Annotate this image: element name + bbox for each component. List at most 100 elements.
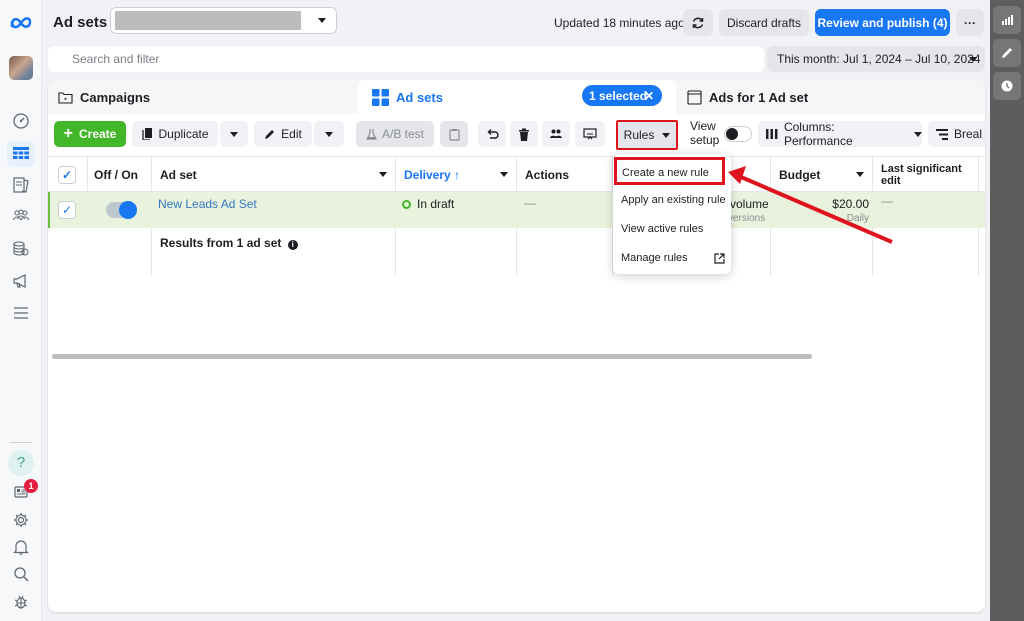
plus-icon: + xyxy=(63,125,73,142)
rules-dropdown-menu: Create a new rule Apply an existing rule… xyxy=(613,154,731,274)
menu-item-manage-rules[interactable]: Manage rules xyxy=(621,252,725,264)
ad-set-name-link[interactable]: New Leads Ad Set xyxy=(158,197,257,211)
level-tabs: Campaigns Ad sets 1 selected ✕ Ads for 1… xyxy=(48,80,985,114)
bell-icon[interactable] xyxy=(7,534,35,560)
rules-label: Rules xyxy=(623,128,655,142)
audience-people-icon[interactable] xyxy=(7,203,35,229)
column-header-delivery[interactable]: Delivery ↑ xyxy=(396,157,517,193)
chevron-down-icon xyxy=(230,131,238,137)
refresh-button[interactable] xyxy=(683,9,713,36)
column-header-actions[interactable]: Actions xyxy=(517,157,613,193)
trash-icon xyxy=(519,128,529,141)
preview-button[interactable] xyxy=(575,121,605,147)
tab-campaigns[interactable]: Campaigns xyxy=(58,80,358,114)
menu-hamburger-icon[interactable] xyxy=(7,300,35,326)
settings-gear-icon[interactable] xyxy=(7,507,35,533)
pages-icon[interactable] xyxy=(7,172,35,198)
campaign-selector-dropdown[interactable] xyxy=(110,7,337,34)
menu-item-apply-existing-rule[interactable]: Apply an existing rule xyxy=(621,194,726,206)
chevron-down-icon xyxy=(325,131,333,137)
chevron-down-icon[interactable] xyxy=(379,172,387,177)
clipboard-button[interactable] xyxy=(440,121,468,147)
column-header-off-on[interactable]: Off / On xyxy=(88,157,152,193)
ab-test-button[interactable]: A/B test xyxy=(356,121,434,147)
external-link-icon xyxy=(714,253,725,264)
flask-icon xyxy=(366,129,377,140)
budget-value: $20.00 xyxy=(832,197,869,211)
select-all-checkbox[interactable]: ✓ xyxy=(58,166,76,184)
meta-logo[interactable] xyxy=(9,14,33,30)
audience-button[interactable] xyxy=(542,121,570,147)
date-range-picker[interactable]: This month: Jul 1, 2024 – Jul 10, 2024 xyxy=(767,46,985,72)
horizontal-scrollbar[interactable] xyxy=(52,354,812,359)
column-header-last-edit[interactable]: Last significant edit xyxy=(873,157,979,193)
bug-report-icon[interactable] xyxy=(7,589,35,615)
undo-button[interactable] xyxy=(478,121,506,147)
duplicate-icon xyxy=(142,128,153,140)
edit-label: Edit xyxy=(281,127,302,141)
column-header-budget[interactable]: Budget xyxy=(771,157,873,193)
help-icon[interactable]: ? xyxy=(8,450,34,476)
bid-strategy-subtext: versions xyxy=(728,213,766,224)
manage-rules-label: Manage rules xyxy=(621,252,688,264)
search-icon[interactable] xyxy=(7,561,35,587)
columns-dropdown-button[interactable]: Columns: Performance xyxy=(758,120,922,148)
summary-cell-divider xyxy=(48,228,152,276)
tab-ads-label: Ads for 1 Ad set xyxy=(709,89,809,105)
column-header-ad-set[interactable]: Ad set xyxy=(152,157,396,193)
results-summary-text: Results from 1 ad set xyxy=(160,236,282,250)
ab-test-label: A/B test xyxy=(381,127,425,141)
search-filter-input[interactable] xyxy=(48,46,764,72)
selected-count-pill[interactable]: 1 selected ✕ xyxy=(582,85,662,106)
duplicate-label: Duplicate xyxy=(158,127,209,141)
chevron-down-icon xyxy=(662,132,671,138)
chevron-down-icon[interactable] xyxy=(500,172,508,177)
megaphone-icon[interactable] xyxy=(7,268,35,294)
undo-icon xyxy=(487,129,499,139)
clock-history-icon[interactable] xyxy=(993,72,1021,100)
row-checkbox[interactable]: ✓ xyxy=(58,201,76,219)
info-icon[interactable]: i xyxy=(287,240,298,250)
summary-cell-divider xyxy=(771,228,873,276)
rules-dropdown-button[interactable]: Rules xyxy=(616,120,678,150)
ad-set-on-off-toggle[interactable] xyxy=(106,201,137,219)
review-and-publish-button[interactable]: Review and publish (4) xyxy=(815,9,950,36)
duplicate-button[interactable]: Duplicate xyxy=(132,121,218,147)
menu-item-view-active-rules[interactable]: View active rules xyxy=(621,223,703,235)
delivery-status: In draft xyxy=(402,197,454,211)
menu-item-create-new-rule[interactable]: Create a new rule xyxy=(614,157,725,185)
billing-coins-icon[interactable] xyxy=(7,236,35,262)
tab-ads[interactable]: Ads for 1 Ad set xyxy=(678,80,985,114)
chevron-down-icon xyxy=(914,131,922,137)
clear-selection-icon[interactable]: ✕ xyxy=(644,89,654,103)
discard-drafts-button[interactable]: Discard drafts xyxy=(719,9,809,36)
main-panel: Campaigns Ad sets 1 selected ✕ Ads for 1… xyxy=(48,80,985,612)
chevron-down-icon[interactable] xyxy=(856,172,864,177)
delete-button[interactable] xyxy=(510,121,538,147)
select-all-cell: ✓ xyxy=(48,157,88,193)
grid-squares-icon xyxy=(372,88,389,106)
breakdown-label: Breal xyxy=(954,127,983,141)
breakdown-dropdown-button[interactable]: Breal xyxy=(928,121,985,147)
gauge-icon[interactable] xyxy=(7,108,35,134)
more-options-button[interactable]: ··· xyxy=(956,9,984,36)
view-setup-toggle[interactable] xyxy=(724,126,752,142)
summary-cell-divider xyxy=(396,228,517,276)
pencil-edit-icon[interactable] xyxy=(993,39,1021,67)
duplicate-options-dropdown[interactable] xyxy=(220,121,248,147)
tab-ad-sets[interactable]: Ad sets 1 selected ✕ xyxy=(358,80,676,114)
people-icon xyxy=(550,129,562,138)
draft-status-icon xyxy=(402,200,411,209)
create-new-rule-label: Create a new rule xyxy=(622,167,709,179)
selected-count-label: 1 selected xyxy=(589,88,648,103)
table-grid-icon[interactable] xyxy=(7,141,35,167)
avatar[interactable] xyxy=(9,56,33,80)
table-header: ✓ Off / On Ad set Delivery ↑ Actions Bud… xyxy=(48,156,985,193)
table-row[interactable]: ✓ New Leads Ad Set In draft — volume ver… xyxy=(48,192,985,228)
bar-chart-icon[interactable] xyxy=(993,6,1021,34)
ad-window-icon xyxy=(687,89,702,105)
create-button[interactable]: + Create xyxy=(54,121,126,147)
edit-options-dropdown[interactable] xyxy=(314,121,344,147)
edit-button[interactable]: Edit xyxy=(254,121,312,147)
summary-cell-divider xyxy=(517,228,613,276)
